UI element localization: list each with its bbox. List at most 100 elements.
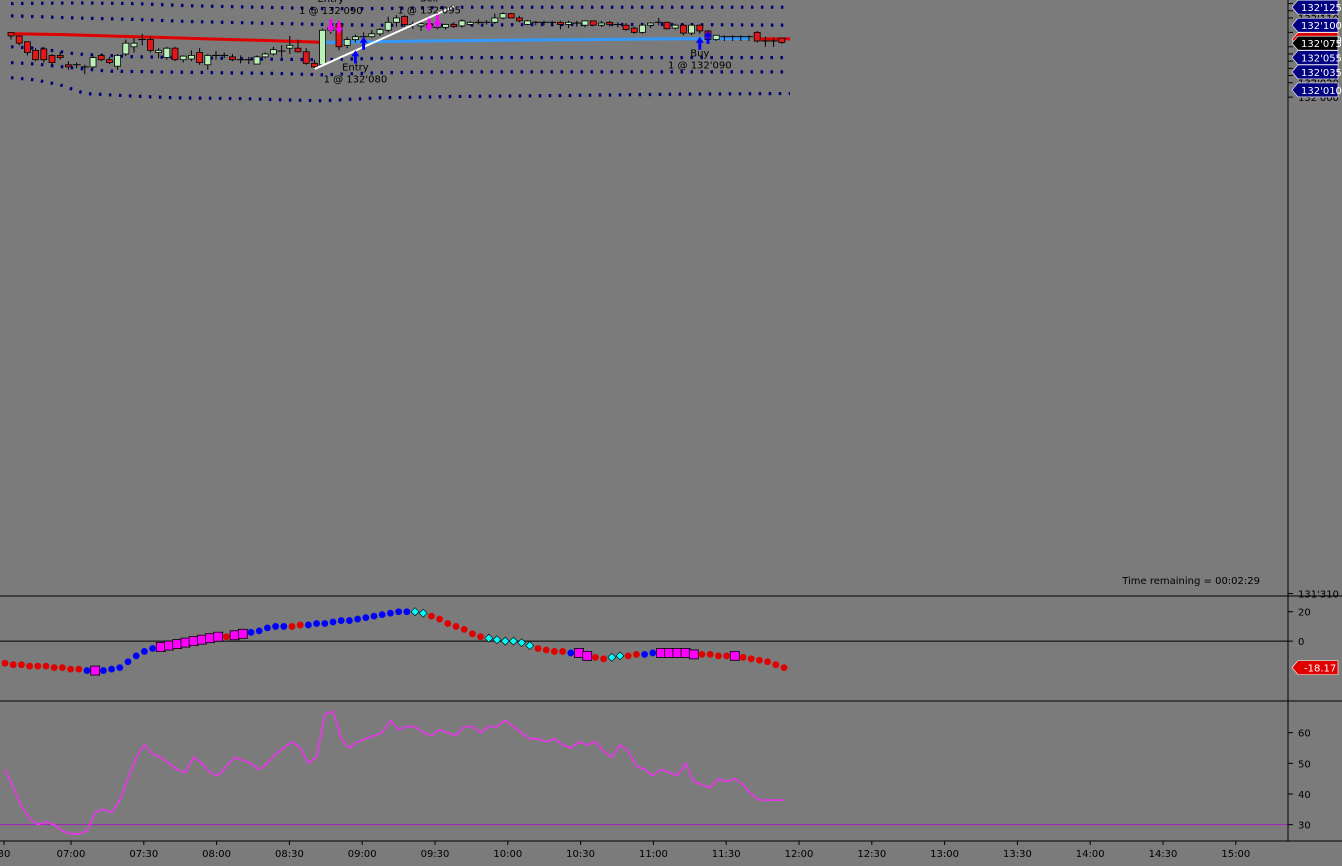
candle-down [171, 47, 179, 61]
candle-up [351, 36, 359, 40]
osc-dot-point [337, 617, 345, 624]
candle-up [466, 21, 474, 25]
osc-dot-point [321, 620, 329, 627]
osc-dot-point [141, 648, 148, 655]
candle-down [56, 54, 64, 58]
osc-dot-point [354, 615, 361, 623]
osc-dot-point [296, 621, 304, 629]
osc-dot-point [280, 623, 288, 630]
osc-dot-point [600, 655, 607, 663]
osc-dot-point [50, 664, 58, 672]
time-tick-label: 30 [0, 849, 10, 860]
candle-down [507, 13, 515, 19]
candle-down [97, 54, 105, 61]
osc-dot-point [756, 656, 763, 664]
osc-dot-point [18, 661, 25, 669]
osc-dot-point [378, 611, 386, 619]
osc-dot-point [436, 615, 443, 623]
candle-up [130, 42, 138, 48]
osc-square-point [155, 642, 166, 652]
osc-dot-point [772, 661, 780, 669]
osc-dot-point [313, 620, 320, 627]
osc-square-point [90, 665, 101, 676]
osc-square-point [680, 648, 691, 658]
candle-down [65, 64, 72, 68]
osc-dot-point [42, 662, 50, 670]
candle-up [598, 22, 605, 26]
osc-dot-point [247, 628, 255, 636]
trade-label: Buy [690, 49, 709, 60]
candle-down [146, 39, 154, 51]
osc-dot-point [9, 661, 17, 669]
osc-square-point [656, 648, 666, 658]
trade-price-label: 1 @ 132'095 [397, 6, 461, 17]
osc-dot-point [477, 633, 484, 641]
candle-up [163, 47, 171, 58]
candle-up [343, 39, 351, 46]
candle-up [253, 56, 261, 65]
candle-up [524, 20, 531, 25]
osc-square-point [229, 630, 240, 641]
candle-up [491, 17, 499, 23]
osc-dot-point [124, 658, 132, 666]
rsi-tick-label: 40 [1298, 790, 1311, 801]
osc-dot-point [370, 612, 378, 620]
chart-background [0, 0, 1342, 866]
candle-down [40, 48, 48, 61]
osc-square-point [196, 634, 207, 645]
candle-down [228, 56, 236, 61]
osc-dot-point [649, 649, 657, 657]
time-tick-label: 12:30 [857, 849, 886, 860]
time-tick-label: 10:30 [566, 849, 595, 860]
osc-dot-point [395, 608, 402, 616]
candle-up [376, 29, 384, 35]
osc-square-point [664, 648, 675, 658]
osc-dot-point [149, 645, 157, 652]
candle-down [450, 24, 458, 28]
candle-down [310, 62, 318, 68]
candle-down [196, 52, 204, 63]
price-flag-label: 132'075 [1301, 39, 1342, 50]
candle-up [712, 34, 720, 40]
time-tick-label: 13:30 [1003, 849, 1032, 860]
time-tick-label: 15:00 [1221, 849, 1250, 860]
candle-up [286, 44, 294, 49]
osc-square-point [582, 650, 593, 661]
osc-value-label: -18.17 [1304, 664, 1336, 675]
price-flag-label: 132'010 [1301, 86, 1342, 97]
osc-dot-point [764, 658, 771, 666]
time-tick-label: 13:00 [930, 849, 959, 860]
osc-dot-point [67, 665, 74, 673]
time-tick-label: 14:30 [1149, 849, 1178, 860]
osc-dot-point [59, 664, 66, 672]
candle-down [302, 51, 310, 64]
time-tick-label: 08:30 [275, 849, 304, 860]
osc-dot-point [329, 618, 337, 626]
candle-up [89, 57, 97, 68]
osc-dot-point [633, 650, 640, 658]
candle-down [589, 20, 597, 26]
osc-dot-point [641, 650, 648, 658]
candle-down [106, 59, 113, 63]
osc-dot-point [428, 612, 435, 620]
price-flag-label: 132'100 [1301, 21, 1342, 32]
osc-dot-point [592, 653, 599, 661]
candle-up [671, 24, 679, 29]
candle-down [401, 16, 409, 25]
candle-up [114, 54, 121, 67]
candle-down [753, 31, 761, 42]
candle-down [778, 37, 786, 43]
osc-dot-point [534, 645, 542, 652]
candle-up [269, 49, 277, 55]
trade-label: Entry [317, 0, 344, 5]
price-flag-label: 132'035 [1301, 68, 1342, 79]
osc-dot-point [272, 623, 279, 630]
rsi-tick-label: 50 [1298, 759, 1311, 770]
osc-dot-point [706, 650, 714, 658]
time-tick-label: 07:30 [129, 849, 158, 860]
time-tick-label: 08:00 [202, 849, 231, 860]
osc-dot-point [346, 617, 353, 624]
osc-dot-point [288, 623, 296, 630]
osc-dot-point [255, 627, 263, 635]
osc-dot-point [723, 652, 730, 660]
